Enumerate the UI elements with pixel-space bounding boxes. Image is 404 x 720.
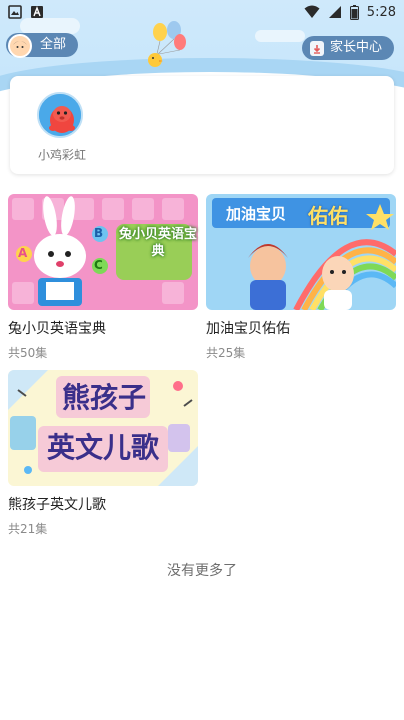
cloud-decoration (255, 30, 305, 42)
thumbnail-title: 兔小贝英语宝典 (118, 227, 197, 259)
end-of-list-text: 没有更多了 (167, 563, 237, 579)
all-filter-label: 全部 (40, 37, 67, 52)
thumbnail-title-line1: 加油宝贝 (226, 205, 287, 223)
series-title[interactable]: 熊孩子英文儿歌 (8, 494, 198, 514)
status-time: 5:28 (366, 4, 396, 20)
profile-name: 小鸡彩虹 (38, 148, 87, 162)
series-title[interactable]: 兔小贝英语宝典 (8, 318, 198, 338)
thumbnail-title-line2: 佑佑 (308, 204, 348, 228)
episode-count: 共50集 (8, 346, 48, 360)
battery-icon (349, 4, 359, 20)
parent-center-label: 家长中心 (329, 40, 382, 55)
thumbnail-title-text: 兔小贝英语宝典 (118, 226, 198, 260)
parent-center-button[interactable]: 家长中心 (301, 36, 394, 60)
download-icon (309, 41, 324, 56)
child-face-icon (13, 40, 27, 54)
profile-avatar[interactable] (37, 92, 83, 138)
thumbnail-letter-c: C (94, 258, 103, 272)
avatar[interactable] (8, 34, 32, 58)
episode-count: 共25集 (206, 346, 246, 360)
wifi-icon (304, 5, 320, 18)
thumbnail-title-line1: 熊孩子 (61, 381, 146, 414)
gallery-icon (8, 5, 22, 19)
a-letter-icon (31, 6, 43, 18)
episode-count: 共21集 (8, 522, 48, 536)
red-chick-icon (39, 94, 81, 136)
series-title[interactable]: 加油宝贝佑佑 (206, 318, 396, 338)
thumbnail-letter-b: B (94, 226, 104, 240)
balloons-decoration (148, 21, 186, 67)
series-card[interactable]: 兔小贝英语宝典 共50集 (8, 194, 198, 361)
profile-card: 小鸡彩虹 (10, 76, 394, 174)
thumbnail-letter-a: A (18, 246, 28, 260)
thumbnail-title-line2: 英文儿歌 (46, 431, 159, 464)
signal-icon (328, 6, 341, 18)
status-bar: 5:28 (0, 0, 404, 24)
